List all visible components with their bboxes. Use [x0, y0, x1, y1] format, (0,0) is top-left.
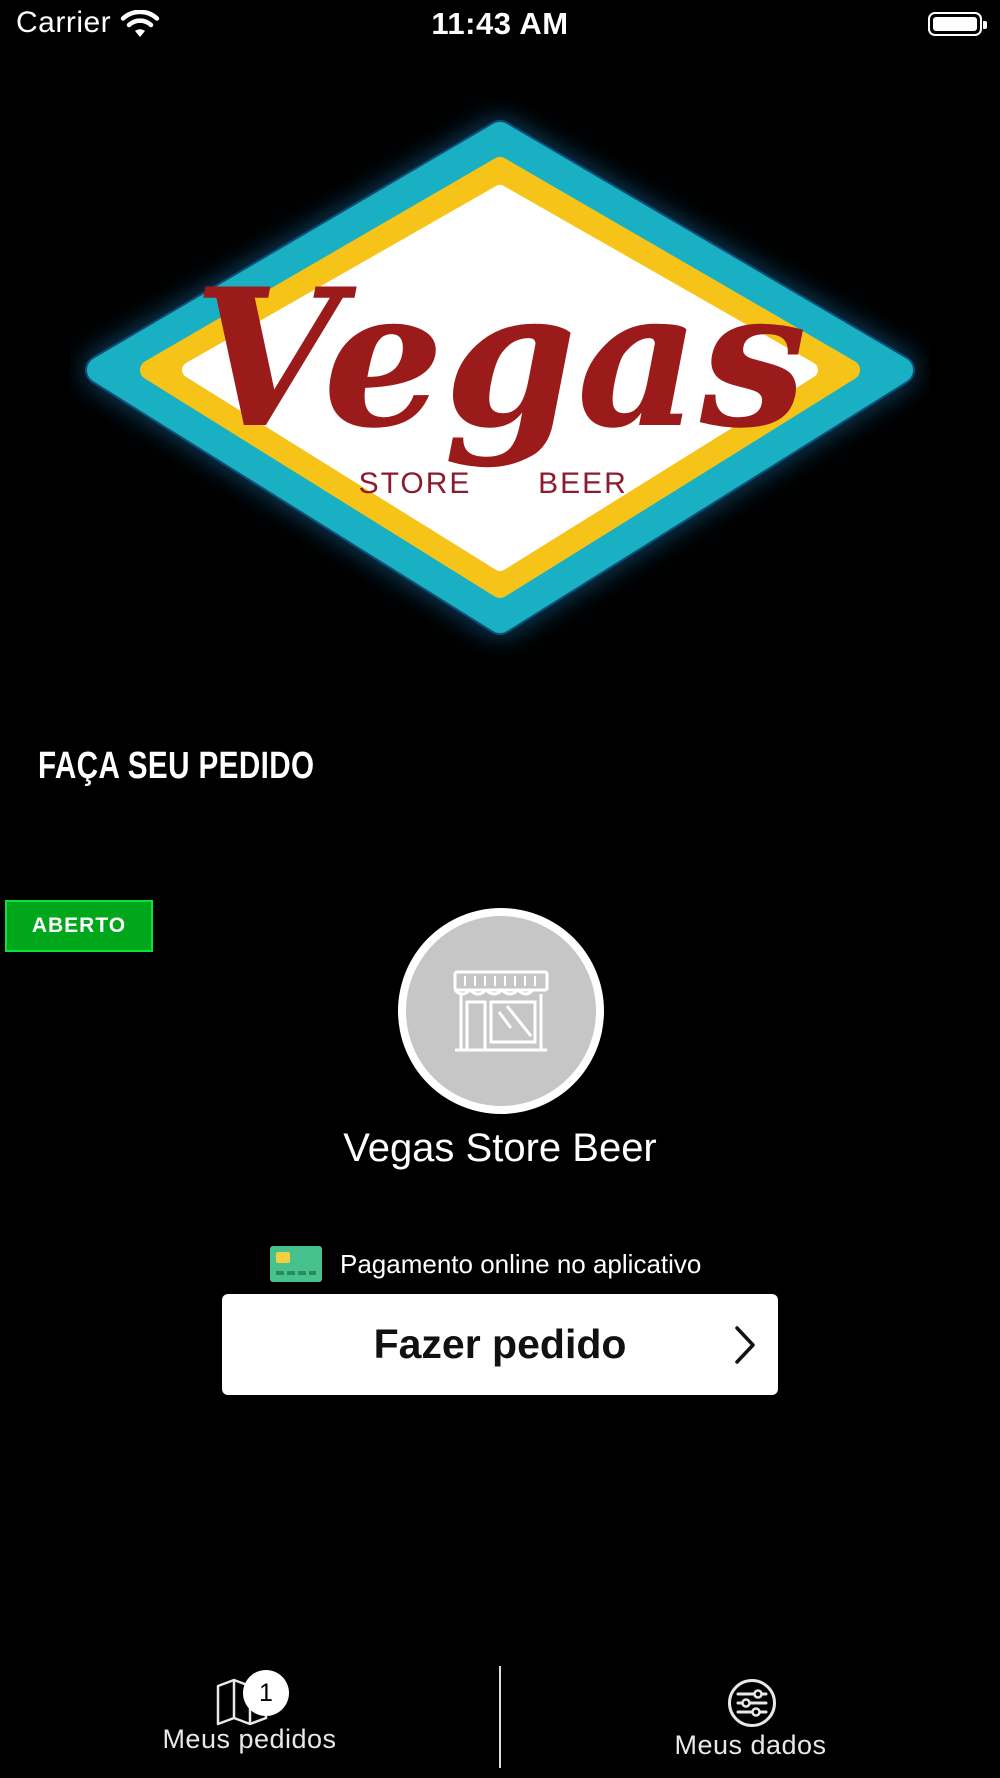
sliders-icon: [728, 1679, 776, 1727]
orders-count-badge: 1: [243, 1670, 289, 1716]
logo-store-text: STORE: [359, 467, 472, 500]
status-time: 11:43 AM: [431, 6, 569, 41]
status-badge: ABERTO: [5, 900, 153, 952]
tab-meus-dados[interactable]: Meus dados: [501, 1660, 1000, 1778]
page-title: FAÇA SEU PEDIDO: [38, 745, 315, 787]
order-button-label: Fazer pedido: [373, 1321, 627, 1367]
logo-script-text: Vegas: [193, 247, 807, 470]
tab-meus-pedidos-label: Meus pedidos: [162, 1724, 337, 1754]
logo-beer-text: BEER: [538, 467, 628, 500]
store-name: Vegas Store Beer: [343, 1126, 657, 1170]
tab-meus-dados-label: Meus dados: [674, 1730, 827, 1760]
vegas-logo-graphic: Vegas STORE BEER: [85, 120, 915, 635]
tab-meus-pedidos[interactable]: 1 Meus pedidos: [0, 1660, 499, 1778]
storefront-icon: [451, 968, 551, 1054]
payment-info: Pagamento online no aplicativo: [270, 1245, 701, 1283]
chevron-right-icon: [735, 1326, 755, 1364]
avatar: [398, 908, 604, 1114]
credit-card-icon: [270, 1246, 322, 1282]
order-button[interactable]: Fazer pedido: [222, 1294, 778, 1395]
store-logo: Vegas STORE BEER: [70, 95, 930, 655]
payment-text: Pagamento online no aplicativo: [340, 1248, 702, 1279]
battery-icon: [928, 12, 987, 36]
